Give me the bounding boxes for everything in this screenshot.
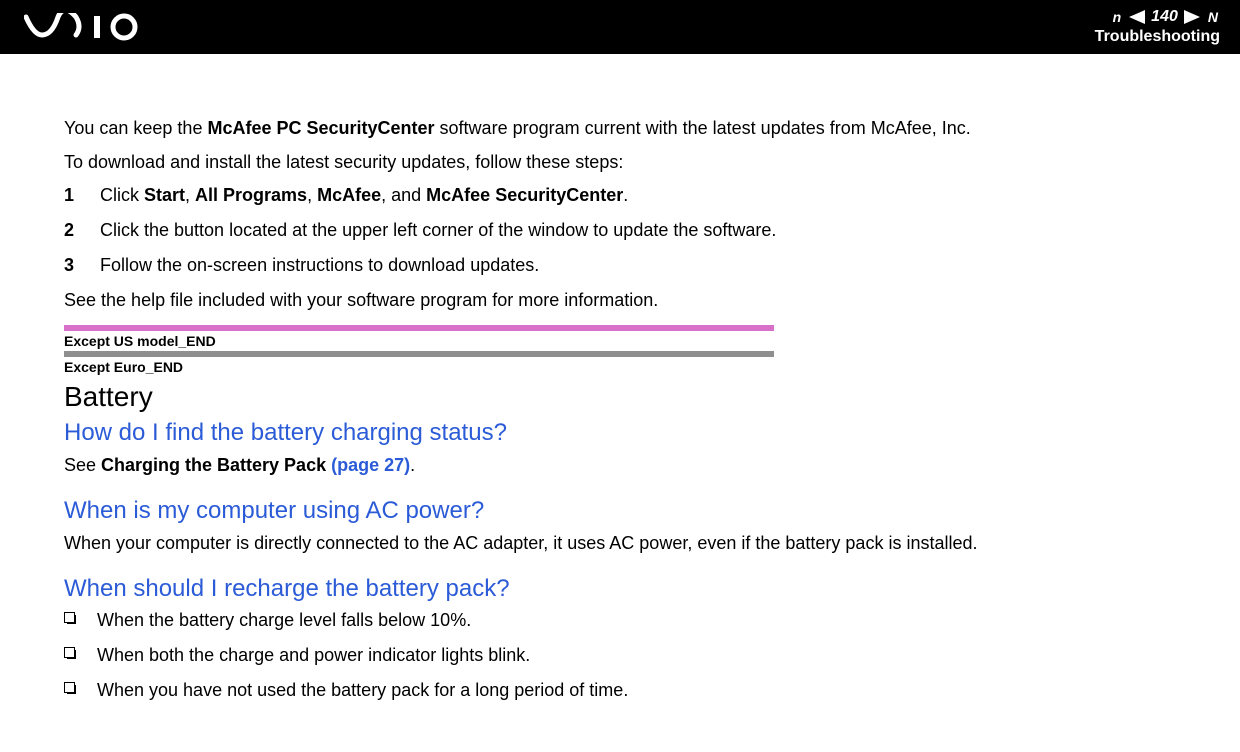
bullet-item: When you have not used the battery pack …: [64, 677, 1190, 704]
marker-bar-pink: [64, 325, 774, 331]
step-number: 2: [64, 216, 100, 245]
nav-letter-next: N: [1208, 9, 1218, 25]
steps-list: 1 Click Start, All Programs, McAfee, and…: [64, 181, 1190, 279]
text-bold: McAfee: [317, 185, 381, 205]
page-link[interactable]: (page 27): [331, 455, 410, 475]
intro-block: You can keep the McAfee PC SecurityCente…: [64, 114, 1190, 177]
step-number: 3: [64, 251, 100, 280]
text-bold: McAfee SecurityCenter: [426, 185, 623, 205]
step-3: 3 Follow the on-screen instructions to d…: [64, 251, 1190, 280]
text: See: [64, 455, 101, 475]
bullet-text: When the battery charge level falls belo…: [97, 607, 471, 634]
step-text: Follow the on-screen instructions to dow…: [100, 251, 539, 280]
vaio-logo: [24, 12, 164, 42]
step-text: Click Start, All Programs, McAfee, and M…: [100, 181, 628, 210]
text: .: [623, 185, 628, 205]
heading-battery: Battery: [64, 381, 1190, 413]
answer-3-list: When the battery charge level falls belo…: [64, 607, 1190, 704]
page-number: 140: [1151, 8, 1178, 26]
text: , and: [381, 185, 426, 205]
step-text: Click the button located at the upper le…: [100, 216, 776, 245]
question-2: When is my computer using AC power?: [64, 497, 1190, 525]
square-bullet-icon: [64, 612, 75, 623]
bullet-text: When you have not used the battery pack …: [97, 677, 628, 704]
step-2: 2 Click the button located at the upper …: [64, 216, 1190, 245]
bullet-item: When the battery charge level falls belo…: [64, 607, 1190, 634]
text-bold: All Programs: [195, 185, 307, 205]
text-bold: McAfee PC SecurityCenter: [207, 118, 434, 138]
answer-2: When your computer is directly connected…: [64, 529, 1190, 559]
square-bullet-icon: [64, 647, 75, 658]
after-steps: See the help file included with your sof…: [64, 286, 1190, 316]
step-number: 1: [64, 181, 100, 210]
question-3: When should I recharge the battery pack?: [64, 575, 1190, 603]
text: You can keep the: [64, 118, 207, 138]
question-1: How do I find the battery charging statu…: [64, 419, 1190, 447]
header-bar: n 140 N Troubleshooting: [0, 0, 1240, 54]
step-1: 1 Click Start, All Programs, McAfee, and…: [64, 181, 1190, 210]
text: ,: [185, 185, 195, 205]
prev-page-arrow-icon[interactable]: [1129, 10, 1145, 24]
text-bold: Start: [144, 185, 185, 205]
text: ,: [307, 185, 317, 205]
text-bold: Charging the Battery Pack: [101, 455, 331, 475]
marker-label-1: Except US model_END: [64, 333, 1190, 349]
page-nav: n 140 N: [1111, 8, 1220, 26]
bullet-text: When both the charge and power indicator…: [97, 642, 530, 669]
section-label: Troubleshooting: [1095, 28, 1220, 46]
page-content: You can keep the McAfee PC SecurityCente…: [0, 54, 1240, 704]
text: Click: [100, 185, 144, 205]
text: .: [410, 455, 415, 475]
marker-label-2: Except Euro_END: [64, 359, 1190, 375]
bullet-item: When both the charge and power indicator…: [64, 642, 1190, 669]
intro-line-1: You can keep the McAfee PC SecurityCente…: [64, 114, 1190, 144]
text: software program current with the latest…: [435, 118, 971, 138]
answer-1: See Charging the Battery Pack (page 27).: [64, 451, 1190, 481]
nav-letter-prev: n: [1113, 9, 1122, 25]
square-bullet-icon: [64, 682, 75, 693]
header-right: n 140 N Troubleshooting: [1095, 8, 1220, 46]
intro-line-2: To download and install the latest secur…: [64, 148, 1190, 178]
marker-bar-gray: [64, 351, 774, 357]
next-page-arrow-icon[interactable]: [1184, 10, 1200, 24]
